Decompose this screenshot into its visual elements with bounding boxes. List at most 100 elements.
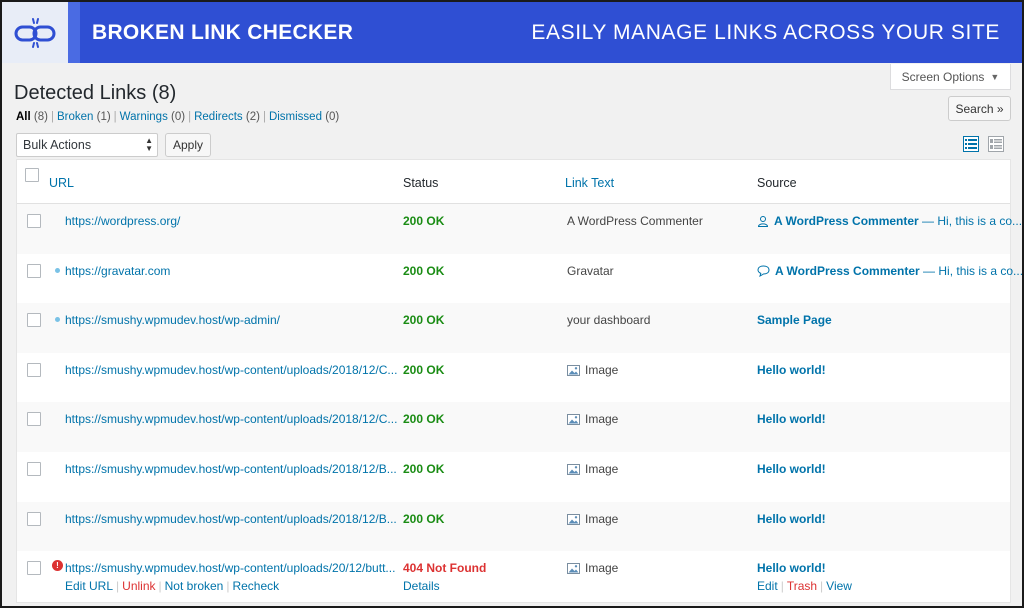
link-url[interactable]: https://smushy.wpmudev.host/wp-content/u… [65,512,397,526]
row-checkbox[interactable] [27,313,41,328]
row-checkbox[interactable] [27,462,41,476]
filter-warnings-count: (0) [171,111,186,123]
link-source[interactable]: Hello world! [757,462,826,476]
link-status: 200 OK [403,462,445,476]
column-header-status: Status [403,176,439,190]
screen-options-button[interactable]: Screen Options ▼ [890,64,1011,90]
recheck-link[interactable]: Recheck [232,579,279,593]
image-icon [567,364,580,376]
source-title: A WordPress Commenter [775,263,920,278]
column-header-url[interactable]: URL [49,176,74,190]
link-text: your dashboard [567,313,651,328]
apply-button[interactable]: Apply [165,133,211,157]
link-url[interactable]: https://wordpress.org/ [65,214,180,228]
link-source[interactable]: A WordPress Commenter — Hi, this is a co… [757,214,1022,228]
broken-link-logo-icon [2,2,68,63]
row-checkbox[interactable] [27,561,41,576]
link-status: 200 OK [403,511,445,526]
unlink-link[interactable]: Unlink [122,579,155,593]
table-row: https://smushy.wpmudev.host/wp-content/u… [17,353,1010,403]
link-source[interactable]: A WordPress Commenter — Hi, this is a co… [757,263,1024,278]
link-status: 200 OK [403,263,445,278]
search-button[interactable]: Search » [948,96,1011,121]
app-frame: BROKEN LINK CHECKER EASILY MANAGE LINKS … [0,0,1024,608]
page-title: Detected Links (8) [14,82,177,104]
link-status: 200 OK [403,412,445,427]
not-broken-link[interactable]: Not broken [165,579,224,593]
link-source[interactable]: Hello world! [757,363,826,377]
bulk-actions-value: Bulk Actions [23,138,92,152]
banner-accent [68,2,80,63]
plugin-banner: BROKEN LINK CHECKER EASILY MANAGE LINKS … [2,2,1022,63]
redirect-indicator-icon [55,317,60,323]
link-text: Image [567,462,618,476]
link-text-value: Image [585,362,619,377]
table-row: https://gravatar.com 200 OK Gravatar A W… [17,254,1022,304]
select-all-checkbox[interactable] [25,168,39,182]
link-url[interactable]: https://smushy.wpmudev.host/wp-content/u… [65,412,397,426]
link-status: 404 Not Found [403,561,487,576]
source-excerpt: — Hi, this is a co... [918,214,1023,228]
filter-dismissed-count: (0) [325,111,340,123]
filter-all-count: (8) [33,111,48,123]
url-row-actions: Edit URL | Unlink | Not broken | Recheck [65,579,280,594]
filter-dismissed[interactable]: Dismissed [269,111,322,123]
row-checkbox[interactable] [27,511,41,526]
list-view-icon[interactable] [963,136,979,152]
redirect-indicator-icon [55,267,60,273]
link-text: A WordPress Commenter [567,214,703,228]
filter-redirects[interactable]: Redirects [194,111,243,123]
link-url[interactable]: https://smushy.wpmudev.host/wp-content/u… [65,363,397,377]
filter-broken[interactable]: Broken [57,111,93,123]
filter-redirects-count: (2) [245,111,260,123]
row-checkbox[interactable] [27,412,41,427]
filter-all[interactable]: All [16,111,31,123]
table-row: https://smushy.wpmudev.host/wp-content/u… [17,452,1010,502]
banner-title: BROKEN LINK CHECKER [92,20,354,44]
link-url[interactable]: https://smushy.wpmudev.host/wp-content/u… [65,561,395,575]
table-row: https://smushy.wpmudev.host/wp-content/u… [17,501,1010,552]
link-status: 200 OK [403,214,445,228]
link-text: Image [567,561,618,575]
link-text: Image [567,512,618,526]
source-title: A WordPress Commenter [774,214,919,228]
table-row: ! https://smushy.wpmudev.host/wp-content… [17,551,1010,602]
error-icon: ! [52,560,63,572]
table-row: https://smushy.wpmudev.host/wp-admin/ 20… [17,303,1010,353]
banner-tagline: EASILY MANAGE LINKS ACROSS YOUR SITE [531,20,1000,44]
status-filters: All (8) | Broken (1) | Warnings (0) | Redirect… [16,111,340,123]
link-source[interactable]: Hello world! [757,512,826,526]
filter-warnings[interactable]: Warnings [120,111,168,123]
link-url[interactable]: https://smushy.wpmudev.host/wp-content/u… [65,462,397,476]
table-header: URL Status Link Text Source [17,160,1010,204]
user-icon [757,216,769,227]
edit-url-link[interactable]: Edit URL [65,579,113,593]
image-icon [567,563,580,575]
image-icon [567,464,580,475]
table-row: https://wordpress.org/ 200 OK A WordPres… [17,204,1022,254]
row-checkbox[interactable] [27,214,41,228]
view-link[interactable]: View [826,579,852,593]
row-checkbox[interactable] [27,263,41,278]
link-text: Gravatar [567,263,614,278]
column-header-link-text[interactable]: Link Text [565,176,614,190]
source-excerpt: — Hi, this is a co... [919,263,1024,278]
link-source[interactable]: Sample Page [757,313,832,327]
row-checkbox[interactable] [27,362,41,377]
link-source[interactable]: Hello world! [757,412,826,426]
link-source[interactable]: Hello world! [757,561,826,575]
edit-source-link[interactable]: Edit [757,579,778,593]
image-icon [567,414,580,426]
comment-icon [757,265,770,277]
links-table: URL Status Link Text Source https://word… [16,159,1022,603]
link-url[interactable]: https://gravatar.com [65,264,170,278]
bulk-actions-select[interactable]: Bulk Actions ▲ ▼ [16,133,158,157]
excerpt-view-icon[interactable] [988,136,1004,152]
select-arrows-icon: ▲ ▼ [145,136,153,153]
link-text: Image [567,412,618,426]
link-status: 200 OK [403,362,445,377]
link-text-value: Image [585,561,619,576]
link-url[interactable]: https://smushy.wpmudev.host/wp-admin/ [65,313,280,327]
details-link[interactable]: Details [403,579,440,593]
trash-link[interactable]: Trash [787,579,817,593]
